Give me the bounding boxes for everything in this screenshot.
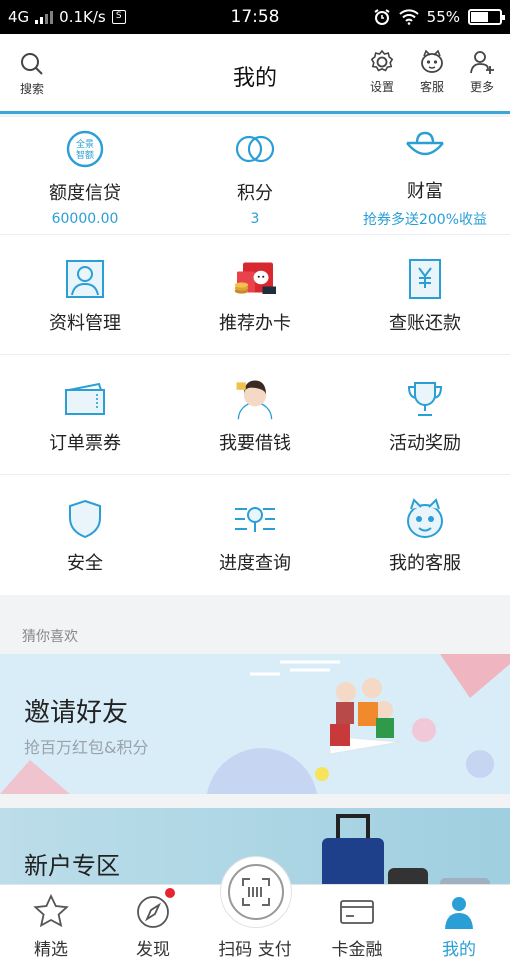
- grid-row-3: 安全 进度查询 我的客服: [0, 475, 510, 595]
- order-ticket-item[interactable]: 订单票券: [0, 355, 170, 474]
- status-bar: 4G 0.1K/s S 17:58 55%: [0, 0, 510, 34]
- bill-repayment-label: 查账还款: [389, 312, 461, 334]
- wealth-item[interactable]: 财富 抢券多送200%收益: [340, 117, 510, 234]
- bill-repayment-item[interactable]: 查账还款: [340, 235, 510, 354]
- trophy-icon: [401, 375, 449, 423]
- activity-reward-item[interactable]: 活动奖励: [340, 355, 510, 474]
- quota-credit-item[interactable]: 全景 智额 额度信贷 60000.00: [0, 117, 170, 234]
- function-grid: 全景 智额 额度信贷 60000.00 积分 3 财富 抢券多送200%收益 资料…: [0, 117, 510, 595]
- quota-credit-value: 60000.00: [51, 210, 119, 227]
- borrow-money-label: 我要借钱: [219, 432, 291, 454]
- section-heading: 猜你喜欢: [0, 596, 510, 652]
- banner-title: 新户专区: [24, 852, 120, 880]
- borrow-money-item[interactable]: 我要借钱: [170, 355, 340, 474]
- svg-text:智额: 智额: [76, 149, 94, 161]
- more-label: 更多: [469, 80, 494, 94]
- borrow-icon: [231, 375, 279, 423]
- bill-icon: [401, 255, 449, 303]
- recommend-card-label: 推荐办卡: [219, 312, 291, 334]
- profile-management-label: 资料管理: [49, 312, 121, 334]
- settings-button[interactable]: 设置: [364, 48, 400, 95]
- scan-pay-button[interactable]: [220, 856, 292, 928]
- grid-row-1: 资料管理 推荐办卡 查账还款: [0, 235, 510, 355]
- points-value: 3: [250, 210, 260, 227]
- tab-label: 发现: [136, 940, 170, 960]
- wealth-label: 财富: [407, 180, 443, 202]
- wealth-value: 抢券多送200%收益: [362, 211, 488, 228]
- battery-icon: [468, 9, 505, 25]
- user-icon: [445, 897, 473, 929]
- gear-icon: [370, 49, 394, 72]
- points-item[interactable]: 积分 3: [170, 117, 340, 234]
- recommend-card-icon: [231, 255, 279, 303]
- invite-friends-banner[interactable]: 邀请好友 抢百万红包&积分: [0, 654, 510, 794]
- ticket-icon: [61, 375, 109, 423]
- summary-row: 全景 智额 额度信贷 60000.00 积分 3 财富 抢券多送200%收益: [0, 117, 510, 235]
- tab-featured[interactable]: 精选: [0, 885, 102, 960]
- headset-mascot-icon: [421, 49, 443, 73]
- points-label: 积分: [237, 182, 273, 204]
- shield-icon: [61, 495, 109, 543]
- banner-subtitle: 抢百万红包&积分: [24, 738, 149, 757]
- progress-query-label: 进度查询: [219, 553, 291, 574]
- notification-dot: [165, 888, 175, 898]
- card-icon: [340, 900, 374, 924]
- settings-label: 设置: [369, 80, 394, 94]
- tab-label: 扫码 支付: [218, 940, 292, 960]
- tab-label: 卡金融: [331, 940, 383, 960]
- wifi-icon: [398, 9, 419, 25]
- header-actions: 设置 客服 更多: [364, 48, 500, 95]
- recommend-card-item[interactable]: 推荐办卡: [170, 235, 340, 354]
- tab-mine[interactable]: 我的: [408, 885, 510, 960]
- progress-query-item[interactable]: 进度查询: [170, 475, 340, 595]
- profile-icon: [61, 255, 109, 303]
- page-header: 搜索 我的 设置 客服 更多: [0, 34, 510, 114]
- alarm-icon: [374, 9, 390, 25]
- activity-reward-label: 活动奖励: [389, 432, 461, 454]
- status-right: 55%: [373, 8, 505, 26]
- compass-icon: [137, 896, 169, 928]
- order-ticket-label: 订单票券: [49, 432, 121, 454]
- service-mascot-icon: [401, 495, 449, 543]
- tab-discover[interactable]: 发现: [102, 885, 204, 960]
- quota-credit-label: 额度信贷: [49, 182, 121, 204]
- progress-search-icon: [231, 495, 279, 543]
- profile-management-item[interactable]: 资料管理: [0, 235, 170, 354]
- grid-row-2: 订单票券 我要借钱 活动奖励: [0, 355, 510, 475]
- add-user-icon: [470, 51, 494, 74]
- scan-pay-icon: [228, 864, 284, 920]
- banner-title: 邀请好友: [24, 698, 129, 728]
- more-button[interactable]: 更多: [464, 48, 500, 95]
- battery-percent: 55%: [426, 8, 460, 26]
- tab-label: 我的: [442, 940, 476, 960]
- security-item[interactable]: 安全: [0, 475, 170, 595]
- my-service-item[interactable]: 我的客服: [340, 475, 510, 595]
- my-service-label: 我的客服: [389, 553, 461, 574]
- wealth-icon: [401, 123, 449, 171]
- star-icon: [33, 893, 69, 928]
- service-button[interactable]: 客服: [414, 48, 450, 95]
- quota-badge-icon: 全景 智额: [61, 125, 109, 173]
- tab-label: 精选: [34, 940, 68, 960]
- svg-text:全景: 全景: [76, 138, 94, 150]
- points-icon: [231, 125, 279, 173]
- service-label: 客服: [419, 80, 444, 94]
- tab-card-finance[interactable]: 卡金融: [306, 885, 408, 960]
- security-label: 安全: [67, 553, 103, 574]
